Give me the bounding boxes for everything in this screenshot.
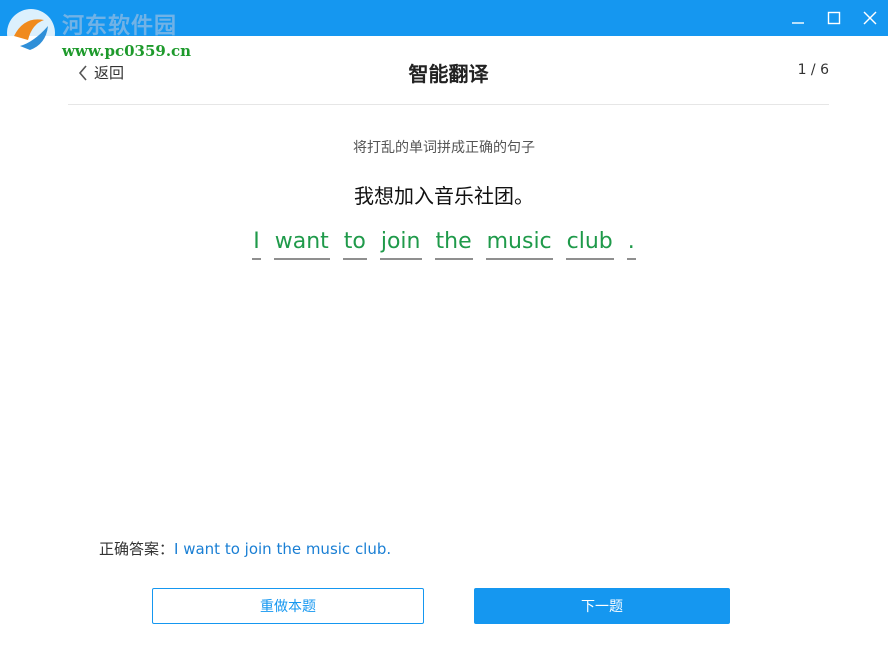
minimize-icon xyxy=(792,22,804,24)
correct-answer: 正确答案：I want to join the music club. xyxy=(99,538,391,559)
page-header: 返回 智能翻译 1 / 6 xyxy=(68,36,829,105)
word-tile[interactable]: club xyxy=(565,228,614,260)
window-controls xyxy=(780,0,888,36)
word-tile[interactable]: join xyxy=(379,228,422,260)
minimize-button[interactable] xyxy=(780,0,816,36)
word-list: I want to join the music club . xyxy=(0,228,888,260)
page-count: 1 / 6 xyxy=(797,62,829,78)
close-icon xyxy=(863,11,877,25)
word-tile[interactable]: to xyxy=(342,228,367,260)
word-tile[interactable]: want xyxy=(273,228,330,260)
maximize-icon xyxy=(827,11,841,25)
chinese-sentence: 我想加入音乐社团。 xyxy=(354,184,534,208)
redo-button[interactable]: 重做本题 xyxy=(152,588,424,624)
answer-label: 正确答案： xyxy=(99,540,175,558)
next-question-button[interactable]: 下一题 xyxy=(474,588,730,624)
word-tile[interactable]: I xyxy=(252,228,261,260)
maximize-button[interactable] xyxy=(816,0,852,36)
close-button[interactable] xyxy=(852,0,888,36)
watermark-logo-icon xyxy=(7,9,55,57)
word-tile[interactable]: . xyxy=(626,228,636,260)
word-tile[interactable]: music xyxy=(485,228,553,260)
answer-text: I want to join the music club. xyxy=(174,540,392,558)
page-title: 智能翻译 xyxy=(408,62,489,86)
word-tile[interactable]: the xyxy=(434,228,473,260)
instruction-text: 将打乱的单词拼成正确的句子 xyxy=(353,140,535,156)
